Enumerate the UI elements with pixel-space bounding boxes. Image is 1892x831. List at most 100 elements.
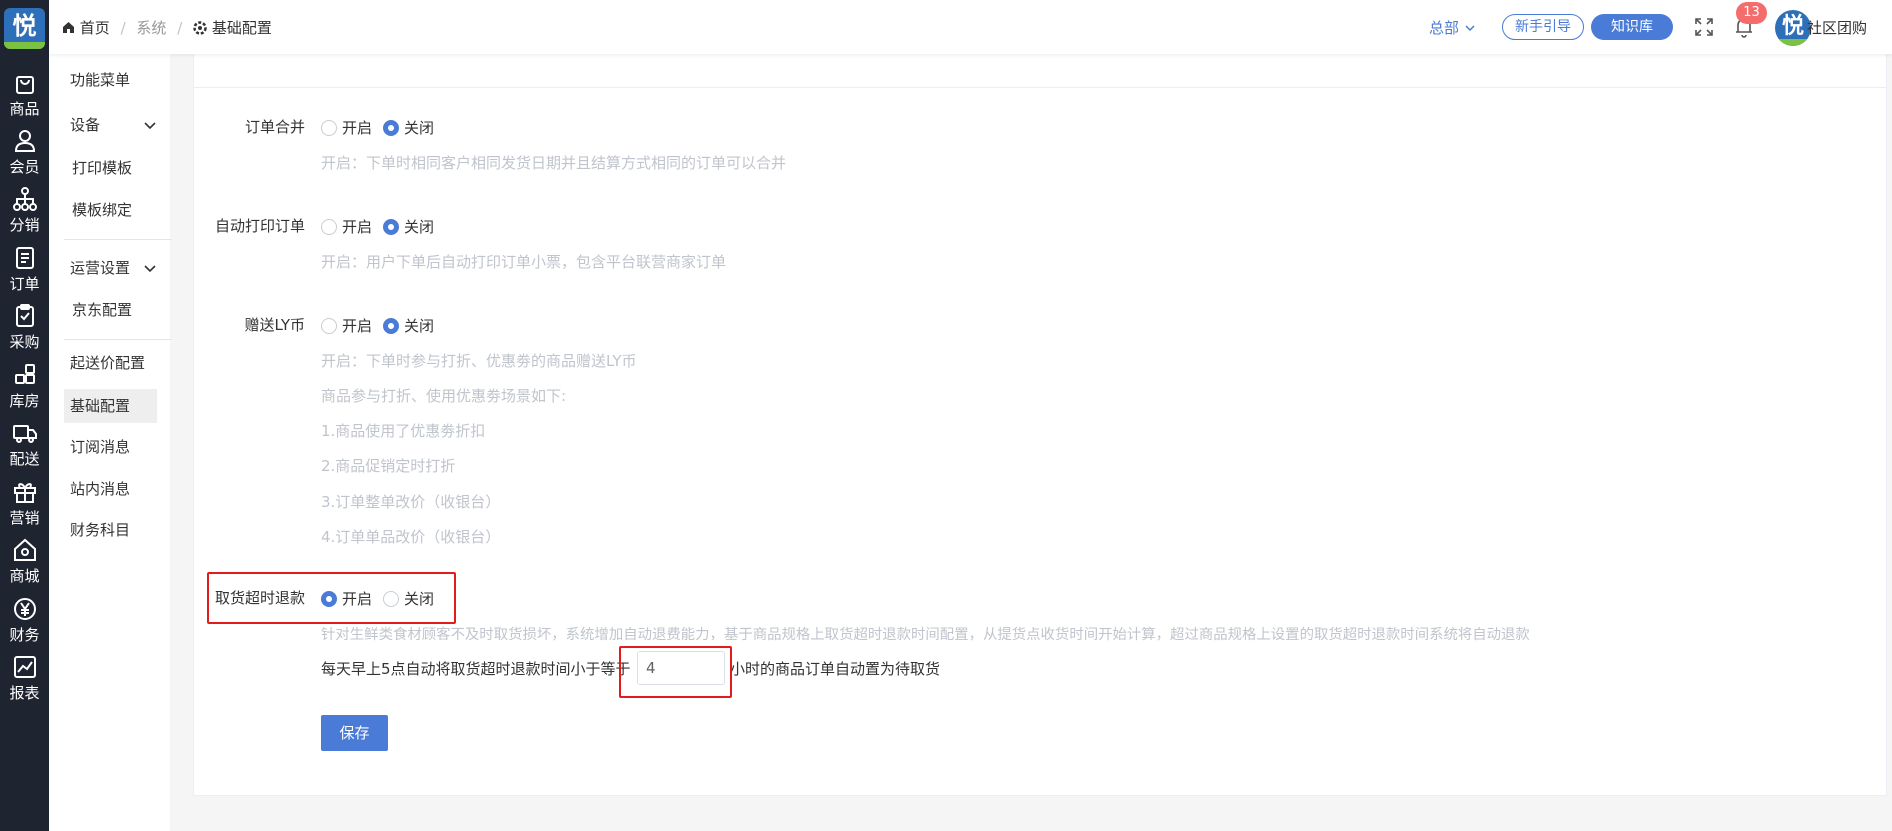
auto-print-hint: 开启：用户下单后自动打印订单小票，包含平台联营商家订单: [321, 253, 727, 271]
user-icon: [14, 130, 35, 152]
order-merge-label: 订单合并: [244, 118, 305, 136]
submenu-divider: [64, 239, 172, 240]
highlight-box-refund-toggle: [207, 572, 456, 624]
rail-label: 采购: [9, 333, 40, 351]
pickup-refund-hint: 针对生鲜类食材顾客不及时取货损坏，系统增加自动退费能力，基于商品规格上取货超时退…: [321, 627, 1530, 643]
branch-label: 总部: [1429, 19, 1460, 37]
breadcrumb-home[interactable]: 首页: [80, 19, 110, 37]
submenu-group-label: 设备: [70, 116, 101, 134]
submenu-item-subscription[interactable]: 订阅消息: [64, 430, 157, 464]
guide-button[interactable]: 新手引导: [1502, 14, 1584, 40]
chart-icon: [13, 656, 36, 678]
rail-item-reports[interactable]: 报表: [0, 648, 49, 708]
settings-card: 订单配置 订单合并 开启 关闭 开启：下单时相同客户相同发货日期并且结算方式相同…: [193, 36, 1887, 796]
app-logo[interactable]: 悦: [4, 8, 45, 49]
radio-label: 开启: [342, 317, 373, 335]
network-icon: [12, 187, 37, 211]
ly-coin-off-radio[interactable]: 关闭: [383, 315, 434, 336]
gear-icon: [193, 21, 207, 35]
highlight-box-hours-input: [619, 646, 732, 698]
rail-item-orders[interactable]: 订单: [0, 239, 49, 299]
breadcrumb-separator: /: [177, 19, 183, 37]
submenu-item-jd-config[interactable]: 京东配置: [64, 293, 157, 327]
ly-coin-label: 赠送LY币: [244, 316, 305, 334]
ly-coin-on-radio[interactable]: 开启: [321, 315, 372, 336]
radio-dot: [321, 317, 337, 334]
pickup-refund-rule-prefix: 每天早上5点自动将取货超时退款时间小于等于: [321, 660, 631, 678]
submenu-item-function-menu[interactable]: 功能菜单: [64, 63, 157, 97]
rail-label: 订单: [9, 275, 40, 293]
username[interactable]: 社区团购: [1807, 17, 1867, 38]
branch-selector[interactable]: 总部: [1429, 17, 1476, 38]
home-icon: [13, 538, 36, 561]
knowledge-base-button[interactable]: 知识库: [1591, 14, 1673, 40]
submenu-item-inbox[interactable]: 站内消息: [64, 472, 157, 506]
rail-item-warehouse[interactable]: 库房: [0, 356, 49, 416]
radio-dot: [383, 218, 399, 235]
left-rail: 悦 商品 会员 分销 订单 采购 库房 配送 营销 商城 财务 报表: [0, 0, 49, 831]
ly-coin-hint-line: 2.商品促销定时打折: [321, 457, 456, 475]
rail-label: 财务: [9, 626, 40, 644]
rail-label: 商城: [9, 567, 40, 585]
secondary-menu: 功能菜单 设备 打印模板 模板绑定 运营设置 京东配置 起送价配置 基础配置 订…: [49, 0, 172, 831]
breadcrumb-system[interactable]: 系统: [136, 19, 166, 37]
chevron-down-icon: [143, 251, 157, 285]
radio-dot: [383, 317, 399, 334]
auto-print-on-radio[interactable]: 开启: [321, 216, 372, 237]
truck-icon: [12, 425, 37, 443]
gift-icon: [13, 483, 36, 503]
submenu-group-device[interactable]: 设备: [64, 108, 157, 142]
rail-label: 配送: [9, 450, 40, 468]
breadcrumb-current: 基础配置: [211, 19, 272, 37]
rail-item-delivery[interactable]: 配送: [0, 414, 49, 474]
rail-label: 会员: [9, 158, 40, 176]
submenu-item-finance-subjects[interactable]: 财务科目: [64, 513, 157, 547]
top-header: 首页 / 系统 / 基础配置 总部 新手引导 知识库 13 悦 社区团购: [49, 0, 1892, 54]
order-merge-on-radio[interactable]: 开启: [321, 117, 372, 138]
submenu-group-operations[interactable]: 运营设置: [64, 251, 157, 285]
warehouse-icon: [14, 364, 35, 384]
chevron-down-icon: [1465, 25, 1475, 32]
chevron-down-icon: [143, 108, 157, 142]
rail-item-marketing[interactable]: 营销: [0, 473, 49, 533]
avatar[interactable]: 悦: [1775, 10, 1811, 46]
radio-dot: [321, 218, 337, 235]
rail-label: 报表: [9, 684, 40, 702]
document-icon: [15, 247, 34, 269]
pickup-refund-rule-suffix: 小时的商品订单自动置为待取货: [730, 660, 941, 678]
rail-item-distribution[interactable]: 分销: [0, 180, 49, 240]
notification-badge: 13: [1736, 2, 1767, 24]
fullscreen-icon[interactable]: [1694, 17, 1714, 37]
save-button[interactable]: 保存: [321, 715, 388, 751]
submenu-group-label: 运营设置: [70, 259, 131, 277]
rail-item-finance[interactable]: 财务: [0, 590, 49, 650]
rail-item-mall[interactable]: 商城: [0, 531, 49, 591]
submenu-item-print-template[interactable]: 打印模板: [64, 151, 157, 185]
radio-dot: [321, 119, 337, 136]
rail-item-purchase[interactable]: 采购: [0, 297, 49, 357]
submenu-divider: [64, 339, 172, 340]
ly-coin-hint-line: 3.订单整单改价（收银台）: [321, 493, 501, 511]
submenu-item-min-delivery[interactable]: 起送价配置: [64, 346, 157, 380]
breadcrumb: 首页 / 系统 / 基础配置: [62, 17, 272, 38]
submenu-item-template-binding[interactable]: 模板绑定: [64, 193, 157, 227]
rail-item-goods[interactable]: 商品: [0, 64, 49, 124]
shopping-bag-icon: [15, 76, 34, 94]
radio-label: 开启: [342, 218, 373, 236]
yen-icon: [13, 598, 36, 620]
rail-label: 营销: [9, 509, 40, 527]
order-merge-hint: 开启：下单时相同客户相同发货日期并且结算方式相同的订单可以合并: [321, 154, 787, 172]
card-divider: [194, 87, 1886, 88]
rail-label: 库房: [9, 392, 40, 410]
auto-print-off-radio[interactable]: 关闭: [383, 216, 434, 237]
submenu-item-basic-config[interactable]: 基础配置: [64, 389, 157, 423]
order-merge-off-radio[interactable]: 关闭: [383, 117, 434, 138]
ly-coin-hint-line: 1.商品使用了优惠劵折扣: [321, 422, 486, 440]
clipboard-icon: [15, 304, 34, 327]
auto-print-label: 自动打印订单: [214, 217, 305, 235]
radio-label: 关闭: [404, 119, 435, 137]
radio-dot: [383, 119, 399, 136]
rail-item-member[interactable]: 会员: [0, 122, 49, 182]
radio-label: 关闭: [404, 218, 435, 236]
radio-label: 关闭: [404, 317, 435, 335]
